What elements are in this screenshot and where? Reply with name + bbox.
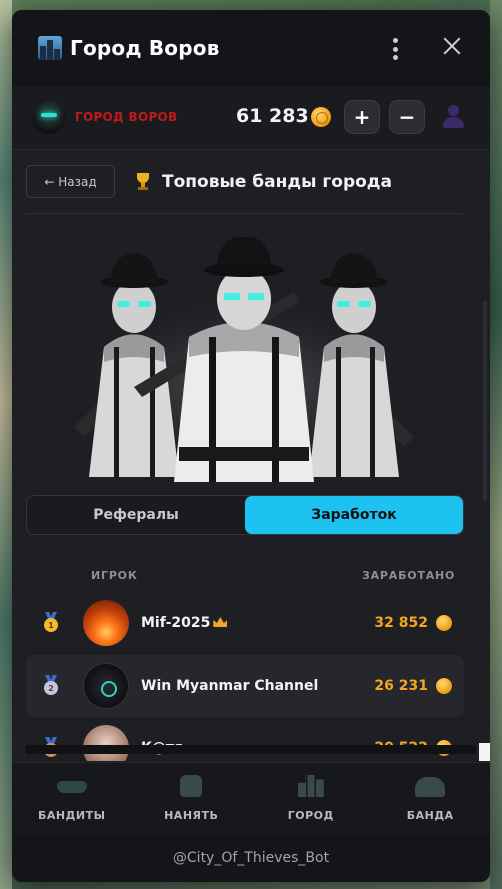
nav-label: БАНДА xyxy=(406,809,454,822)
player-name: Mif-2025 xyxy=(141,615,228,631)
ranking-tabs: Рефералы Заработок xyxy=(26,495,464,535)
nav-item-city[interactable]: ГОРОД xyxy=(251,763,371,834)
avatar xyxy=(83,600,129,646)
leaderboard-row[interactable]: 3 K@тя 20 522 xyxy=(26,717,464,761)
earned-amount: 32 852 xyxy=(374,615,428,631)
leaderboard-row[interactable]: 1 Mif-2025 32 852 xyxy=(26,592,464,654)
game-name: ГОРОД ВОРОВ xyxy=(75,110,178,124)
cursor-marker xyxy=(479,743,490,761)
avatar xyxy=(83,725,129,761)
leaderboard-row[interactable]: 2 Win Myanmar Channel 26 231 xyxy=(26,655,464,717)
nav-item-bandits[interactable]: БАНДИТЫ xyxy=(12,763,132,834)
back-button[interactable]: ← Назад xyxy=(26,165,115,198)
crown-icon xyxy=(213,617,228,627)
gang-icon xyxy=(415,775,446,797)
trophy-icon xyxy=(134,173,152,191)
tab-referrals[interactable]: Рефералы xyxy=(27,496,245,534)
bot-handle: @City_Of_Thieves_Bot xyxy=(172,850,330,866)
bottom-nav: БАНДИТЫ НАНЯТЬ ГОРОД БАНДА xyxy=(12,762,490,834)
city-icon xyxy=(296,775,326,797)
gold-medal-icon: 1 xyxy=(42,612,60,634)
tab-earnings[interactable]: Заработок xyxy=(245,496,463,534)
coin-icon xyxy=(436,678,452,694)
main-content: ← Назад Топовые банды города Рефералы За… xyxy=(12,151,490,761)
column-header-earned: ЗАРАБОТАНО xyxy=(362,569,456,582)
nav-label: ГОРОД xyxy=(287,809,334,822)
app-window: Город Воров ГОРОД ВОРОВ 61 283 + − ← Наз… xyxy=(12,10,490,882)
remove-coins-button[interactable]: − xyxy=(389,100,425,134)
silver-medal-icon: 2 xyxy=(42,675,60,697)
nav-item-hire[interactable]: НАНЯТЬ xyxy=(132,763,252,834)
bot-handle-footer: @City_Of_Thieves_Bot xyxy=(12,834,490,882)
more-options-icon[interactable] xyxy=(392,38,398,60)
column-header-player: ИГРОК xyxy=(91,569,138,582)
background-right xyxy=(490,0,502,889)
page-title: Топовые банды города xyxy=(162,172,392,192)
nav-label: НАНЯТЬ xyxy=(164,809,219,822)
nav-item-gang[interactable]: БАНДА xyxy=(371,763,491,834)
earned-amount: 26 231 xyxy=(374,678,428,694)
divider xyxy=(26,213,463,214)
coin-icon xyxy=(436,615,452,631)
profile-icon[interactable] xyxy=(442,105,464,129)
city-emoji-icon xyxy=(38,36,62,60)
add-coins-button[interactable]: + xyxy=(344,100,380,134)
gang-hero-image xyxy=(69,237,419,482)
background-left xyxy=(0,0,12,889)
title-bar: Город Воров xyxy=(12,10,490,86)
close-icon[interactable] xyxy=(442,36,462,56)
nav-label: БАНДИТЫ xyxy=(37,809,106,822)
player-name: Win Myanmar Channel xyxy=(141,678,319,694)
window-title: Город Воров xyxy=(70,36,220,60)
fist-icon xyxy=(176,775,206,797)
game-logo xyxy=(32,100,66,134)
horizontal-scrollbar[interactable] xyxy=(26,745,476,754)
coin-balance: 61 283 xyxy=(236,105,309,127)
avatar xyxy=(83,663,129,709)
game-header: ГОРОД ВОРОВ 61 283 + − xyxy=(12,86,490,150)
mask-icon xyxy=(56,775,87,797)
coin-icon xyxy=(311,107,331,127)
vertical-scrollbar[interactable] xyxy=(483,301,487,501)
